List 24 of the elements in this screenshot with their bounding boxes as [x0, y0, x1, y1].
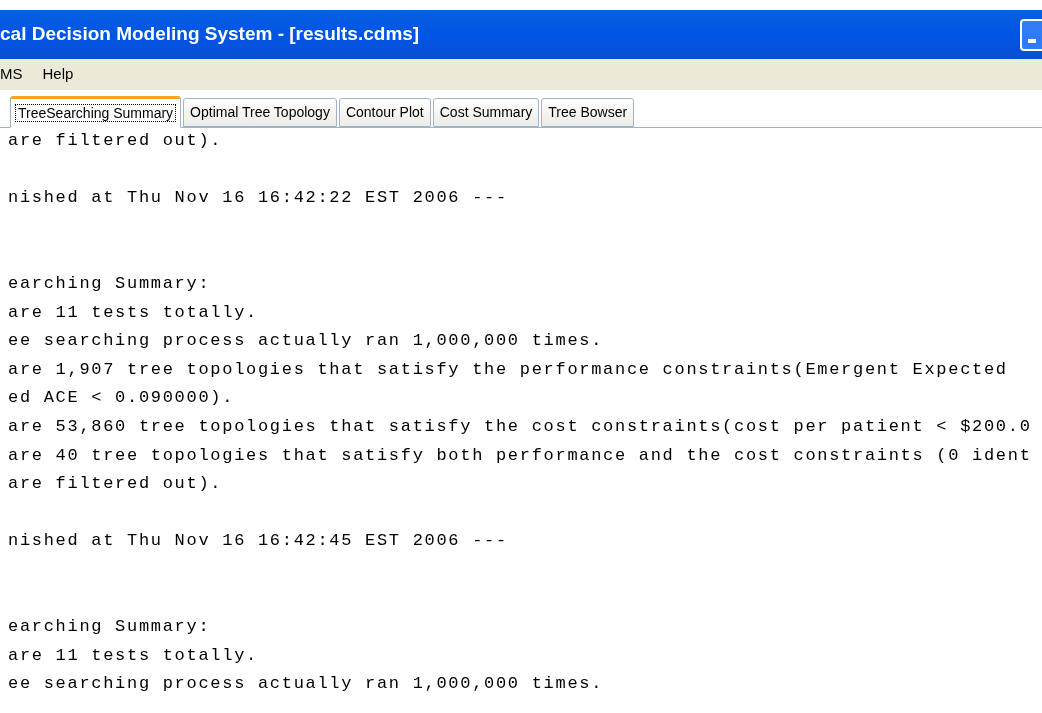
log-line: earching Summary: [8, 272, 212, 295]
menu-item[interactable]: Help [42, 63, 74, 86]
log-line: earching Summary: [8, 616, 212, 639]
minimize-button[interactable] [1020, 18, 1042, 51]
log-line: are 11 tests totally. [8, 644, 259, 667]
minimize-icon [1028, 38, 1036, 43]
menu-item[interactable]: MS [0, 63, 23, 86]
log-line: are 11 tests totally. [8, 301, 259, 324]
log-line: ee searching process actually ran 1,000,000 times. [8, 673, 605, 696]
tab[interactable]: Optimal Tree Topology [183, 98, 337, 127]
log-line: are 53,860 tree topologies that satisfy the cost constraints(cost per patient < $200.0 [8, 415, 1033, 438]
log-line: are 40 tree topologies that satisfy both performance and the cost constraints (0 ident [8, 444, 1033, 467]
window-title: cal Decision Modeling System - [results.cdms] [0, 22, 420, 47]
log-line: are 1,907 tree topologies that satisfy the performance constraints(Emergent Expected [8, 358, 1009, 381]
log-line: nished at Thu Nov 16 16:42:22 EST 2006 --- [8, 187, 509, 210]
log-line: ee searching process actually ran 1,000,000 times. [8, 330, 605, 353]
tab[interactable]: Cost Summary [432, 98, 540, 127]
tab[interactable]: Tree Bowser [541, 98, 635, 127]
log-line: are filtered out). [8, 130, 224, 152]
log-line: ed ACE < 0.090000). [8, 387, 236, 410]
tab[interactable]: TreeSearching Summary [10, 96, 182, 128]
log-line: nished at Thu Nov 16 16:42:45 EST 2006 --- [8, 530, 509, 553]
tab[interactable]: Contour Plot [338, 98, 431, 127]
log-line: are filtered out). [8, 473, 224, 496]
